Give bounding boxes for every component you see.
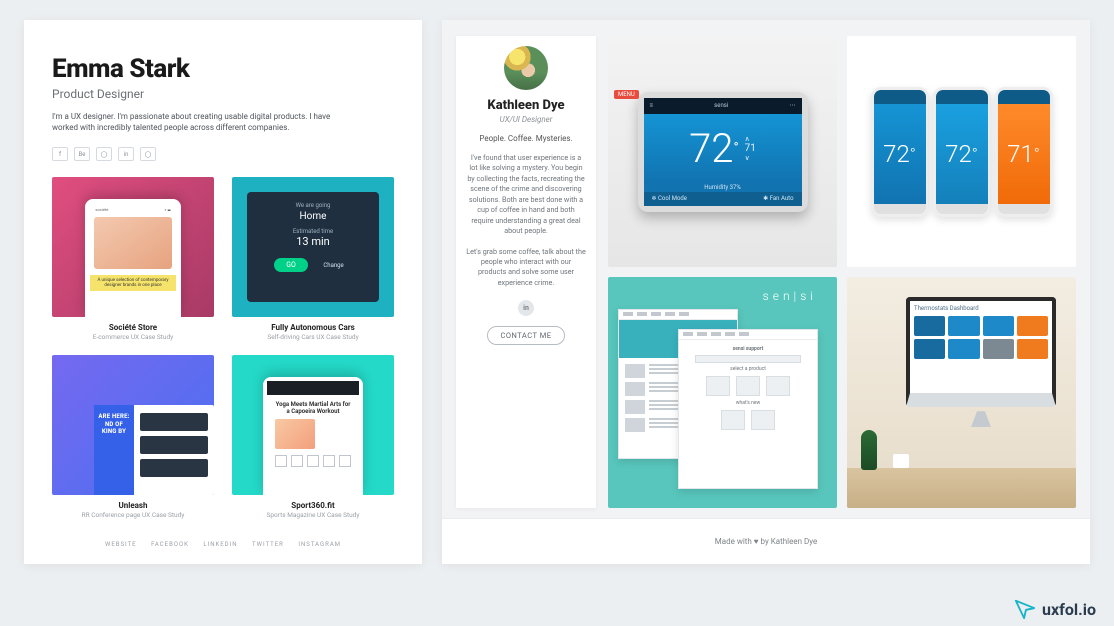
project-subtitle: Self-driving Cars UX Case Study: [232, 333, 394, 341]
mock-headline: ARE HERE: ND OF KING BY: [94, 405, 134, 495]
uxfolio-watermark[interactable]: uxfol.io: [1014, 598, 1096, 620]
phone-mockup: 72°: [933, 87, 991, 217]
go-button: GO: [274, 258, 308, 272]
mock-headline: Yoga Meets Martial Arts for a Capoeira W…: [275, 401, 351, 415]
project-title: Unleash: [52, 501, 214, 510]
person-bio: I'm a UX designer. I'm passionate about …: [52, 111, 332, 133]
behance-icon[interactable]: Be: [74, 147, 90, 161]
menu-badge: MENU: [614, 90, 639, 99]
thermostat-mockup: ≡sensi⋯ 72° ∧ 71 ∨ Humidity 37% ❄ Cool M…: [638, 92, 808, 212]
contact-button[interactable]: CONTACT ME: [487, 326, 564, 345]
phone-mockup: 71°: [995, 87, 1053, 217]
mug-decor: [893, 454, 909, 468]
avatar: [504, 46, 548, 90]
project-card[interactable]: ARE HERE: ND OF KING BY Unleash RR Confe…: [52, 355, 214, 523]
project-card[interactable]: société⌕ ☰ A unique selection of contemp…: [52, 177, 214, 345]
project-thumbnail: société⌕ ☰ A unique selection of contemp…: [52, 177, 214, 317]
change-button: Change: [315, 259, 351, 272]
dribbble-icon[interactable]: ◯: [96, 147, 112, 161]
phone-mockup: 72°: [871, 87, 929, 217]
project-subtitle: RR Conference page UX Case Study: [52, 511, 214, 519]
imac-stand: [971, 411, 991, 427]
sidebar-profile: Kathleen Dye UX/UI Designer People. Coff…: [456, 36, 596, 508]
plant-decor: [861, 430, 877, 470]
imac-mockup: Thermostats Dashboard: [906, 297, 1056, 407]
footer-links: WEBSITE FACEBOOK LINKEDIN TWITTER INSTAG…: [52, 541, 394, 548]
mock-brand: société: [95, 207, 108, 213]
person-role: Product Designer: [52, 87, 394, 101]
bio-paragraph: I've found that user experience is a lot…: [466, 153, 586, 237]
footer-link[interactable]: INSTAGRAM: [298, 541, 341, 548]
phone-mockup: Yoga Meets Martial Arts for a Capoeira W…: [263, 377, 363, 495]
web-mockup: ARE HERE: ND OF KING BY: [94, 405, 214, 495]
portfolio-emma: Emma Stark Product Designer I'm a UX des…: [24, 20, 422, 564]
paper-plane-icon: [1014, 598, 1036, 620]
sensi-logo: sen|si: [763, 289, 817, 303]
person-role: UX/UI Designer: [466, 115, 586, 124]
desk-decor: [847, 468, 1076, 508]
project-thumbnail: Yoga Meets Martial Arts for a Capoeira W…: [232, 355, 394, 495]
project-card[interactable]: Yoga Meets Martial Arts for a Capoeira W…: [232, 355, 394, 523]
tagline: People. Coffee. Mysteries.: [466, 134, 586, 143]
project-grid: société⌕ ☰ A unique selection of contemp…: [52, 177, 394, 523]
dashboard-title: Thermostats Dashboard: [914, 305, 1048, 312]
linkedin-icon[interactable]: in: [118, 147, 134, 161]
footer-link[interactable]: LINKEDIN: [203, 541, 237, 548]
watermark-text: uxfol.io: [1042, 600, 1096, 619]
project-tile-sensi-web[interactable]: sen|si: [608, 277, 837, 508]
project-title: Société Store: [52, 323, 214, 332]
footer-link[interactable]: TWITTER: [252, 541, 284, 548]
project-thumbnail: ARE HERE: ND OF KING BY: [52, 355, 214, 495]
bio-paragraph: Let's grab some coffee, talk about the p…: [466, 247, 586, 289]
project-tile-phones[interactable]: 72° 72° 71°: [847, 36, 1076, 267]
portfolio-footer: Made with ♥ by Kathleen Dye: [442, 518, 1090, 564]
footer-credit: Made with ♥ by Kathleen Dye: [715, 537, 817, 546]
social-icon[interactable]: ◯: [140, 147, 156, 161]
temperature-value: 72: [689, 125, 733, 172]
linkedin-icon[interactable]: in: [518, 300, 534, 316]
project-title: Sport360.fit: [232, 501, 394, 510]
project-title: Fully Autonomous Cars: [232, 323, 394, 332]
portfolio-kathleen: Kathleen Dye UX/UI Designer People. Coff…: [442, 20, 1090, 564]
social-links: f Be ◯ in ◯: [52, 147, 394, 161]
project-subtitle: E-commerce UX Case Study: [52, 333, 214, 341]
stacked-windows: sensi support select a product what's ne…: [618, 309, 827, 469]
project-subtitle: Sports Magazine UX Case Study: [232, 511, 394, 519]
footer-link[interactable]: FACEBOOK: [151, 541, 189, 548]
project-tile-dashboard[interactable]: Thermostats Dashboard: [847, 277, 1076, 508]
project-thumbnail: We are going Home Estimated time 13 min …: [232, 177, 394, 317]
person-name: Emma Stark: [52, 54, 394, 84]
project-card[interactable]: We are going Home Estimated time 13 min …: [232, 177, 394, 345]
project-grid: MENU ≡sensi⋯ 72° ∧ 71 ∨ Humidity 37%: [608, 36, 1076, 508]
mock-strip: A unique selection of contemporary desig…: [90, 275, 176, 291]
phone-mockup: société⌕ ☰ A unique selection of contemp…: [85, 199, 181, 317]
project-tile-thermostat[interactable]: MENU ≡sensi⋯ 72° ∧ 71 ∨ Humidity 37%: [608, 36, 837, 267]
footer-link[interactable]: WEBSITE: [105, 541, 137, 548]
widget-mockup: We are going Home Estimated time 13 min …: [247, 192, 379, 302]
person-name: Kathleen Dye: [466, 98, 586, 113]
browser-mockup: sensi support select a product what's ne…: [678, 329, 818, 489]
facebook-icon[interactable]: f: [52, 147, 68, 161]
